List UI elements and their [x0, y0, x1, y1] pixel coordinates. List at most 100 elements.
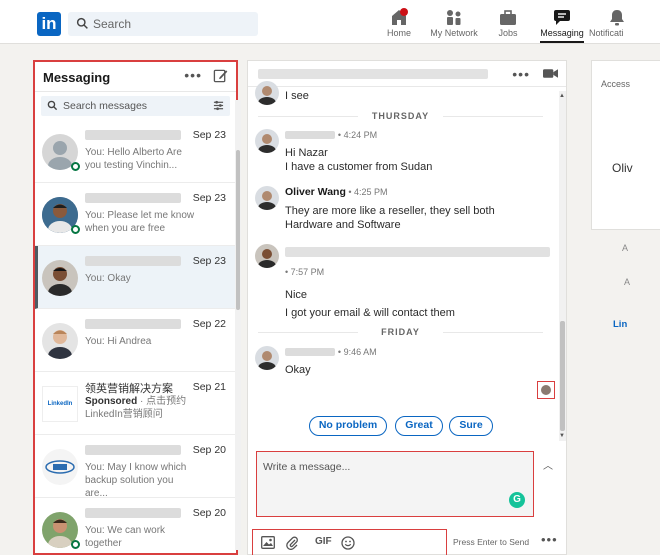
right-rail-text: A — [624, 277, 631, 287]
day-divider: FRIDAY — [248, 327, 553, 337]
conversation-item-selected[interactable]: Sep 23 You: Okay — [35, 246, 236, 309]
online-indicator — [71, 540, 80, 549]
nav-my-network[interactable]: My Network — [424, 6, 484, 38]
conversation-item[interactable]: Sep 23 You: Hello Alberto Are you testin… — [35, 120, 236, 183]
linkedin-logo[interactable]: in — [37, 12, 61, 36]
conversation-preview: You: Hello Alberto Are you testing Vinch… — [85, 147, 182, 171]
message-time: • 7:57 PM — [285, 267, 325, 277]
chevron-up-icon[interactable]: ︿ — [543, 457, 553, 472]
avatar — [42, 260, 78, 296]
messaging-title: Messaging — [43, 70, 111, 85]
message-sender: • 4:24 PM — [285, 129, 377, 141]
global-search[interactable]: Search — [68, 12, 258, 36]
conversation-item[interactable]: Sep 23 You: Please let me know when you … — [35, 183, 236, 246]
nav-jobs-label: Jobs — [498, 28, 518, 38]
message-text: I got your email & will contact them — [285, 307, 455, 319]
video-call-icon[interactable] — [543, 68, 558, 79]
conversation-date: Sep 20 — [192, 507, 226, 519]
message-text: I see — [285, 90, 309, 102]
message-text: Okay — [285, 364, 311, 376]
quick-reply-great[interactable]: Great — [395, 416, 443, 436]
sender-name[interactable]: Oliver Wang — [285, 186, 346, 198]
search-icon — [47, 100, 58, 111]
nav-messaging[interactable]: Messaging — [532, 6, 592, 43]
conversation-item[interactable]: Sep 20 You: We can work together — [35, 498, 236, 553]
avatar — [42, 323, 78, 359]
contact-name-redacted — [85, 130, 181, 140]
sponsored-label: Sponsored — [85, 396, 138, 407]
conversation-preview: You: Okay — [85, 273, 131, 284]
conversation-list-scroll-thumb[interactable] — [236, 150, 240, 310]
conversation-item[interactable]: Sep 22 You: Hi Andrea — [35, 309, 236, 372]
sender-avatar — [255, 186, 279, 210]
nav-notifications[interactable]: Notificati — [589, 6, 639, 38]
gif-button[interactable]: GIF — [315, 536, 332, 547]
message-input-placeholder: Write a message... — [263, 461, 351, 473]
contact-name-redacted — [85, 445, 181, 455]
right-rail-card: Access Oliv — [591, 60, 660, 230]
more-options-icon[interactable]: ••• — [184, 67, 202, 83]
bell-icon — [610, 10, 624, 26]
conversation-preview: You: May I know which backup solution yo… — [85, 462, 187, 499]
company-logo-text: LinkedIn — [47, 401, 73, 407]
sender-avatar — [255, 244, 279, 268]
message-input[interactable]: Write a message... G — [256, 451, 534, 517]
message-text: Hi Nazar — [285, 147, 328, 159]
emoji-icon[interactable] — [341, 536, 355, 550]
day-divider: THURSDAY — [248, 111, 553, 121]
sponsored-suffix: · 点击预约 — [137, 396, 187, 407]
conversation-date: Sep 21 — [192, 381, 226, 393]
company-logo — [42, 449, 78, 485]
jobs-icon — [500, 10, 516, 25]
chat-header: ••• — [248, 61, 566, 87]
nav-messaging-label: Messaging — [540, 28, 584, 38]
thread-scrollbar[interactable]: ▲ ▼ — [559, 91, 566, 441]
search-messages-input[interactable]: Search messages — [41, 96, 230, 116]
nav-jobs[interactable]: Jobs — [478, 6, 538, 38]
enter-to-send-hint[interactable]: Press Enter to Send — [453, 537, 529, 547]
conversation-date: Sep 23 — [192, 192, 226, 204]
online-indicator — [71, 162, 80, 171]
nav-my-network-label: My Network — [430, 28, 478, 38]
compose-icon[interactable] — [213, 68, 228, 83]
messaging-header: Messaging ••• — [35, 62, 236, 92]
network-icon — [447, 10, 461, 25]
conversation-date: Sep 23 — [192, 129, 226, 141]
message-text: Nice — [285, 289, 308, 301]
message-text: They are more like a reseller, they sell… — [285, 205, 495, 217]
global-search-placeholder: Search — [93, 17, 132, 31]
message-sender: • 9:46 AM — [285, 346, 377, 358]
conversation-preview: You: We can work together — [85, 525, 166, 549]
more-options-icon[interactable]: ••• — [512, 66, 530, 82]
thread-scroll-thumb[interactable] — [560, 321, 565, 431]
conversation-item[interactable]: Sep 20 You: May I know which backup solu… — [35, 435, 236, 499]
message-time: • 4:24 PM — [337, 130, 378, 140]
filter-icon[interactable] — [213, 100, 224, 111]
more-options-icon[interactable]: ••• — [541, 532, 558, 547]
image-icon[interactable] — [261, 536, 275, 549]
message-sender: Oliver Wang • 4:25 PM — [285, 186, 388, 198]
nav-home-label: Home — [386, 28, 411, 38]
sender-avatar — [255, 129, 279, 153]
scroll-up-icon[interactable]: ▲ — [559, 93, 565, 99]
conversation-preview: Sponsored · 点击预约 LinkedIn营销顾问 — [85, 395, 195, 421]
messaging-icon — [554, 10, 570, 25]
top-nav: in Search Home My Network Jobs Messaging… — [0, 0, 660, 44]
message-time: • 4:25 PM — [345, 187, 388, 197]
quick-reply-no-problem[interactable]: No problem — [309, 416, 387, 436]
conversation-item-sponsored[interactable]: LinkedIn 领英营销解决方案 Sep 21 Sponsored · 点击预… — [35, 372, 236, 435]
right-rail-link[interactable]: Lin — [613, 319, 627, 330]
contact-name-redacted — [85, 256, 181, 266]
scroll-down-icon[interactable]: ▼ — [559, 433, 565, 439]
message-text: Hardware and Software — [285, 219, 401, 231]
online-indicator — [71, 225, 80, 234]
quick-reply-sure[interactable]: Sure — [449, 416, 493, 436]
nav-home[interactable]: Home — [369, 6, 429, 38]
right-rail-text: Access — [601, 79, 631, 89]
attachment-icon[interactable] — [286, 536, 298, 550]
sponsored-title: 领英营销解决方案 — [85, 383, 173, 395]
chat-contact-redacted[interactable] — [258, 69, 488, 79]
sender-name-redacted — [285, 247, 550, 257]
grammarly-icon[interactable]: G — [509, 492, 525, 508]
right-rail-name: Oliv — [612, 161, 633, 175]
